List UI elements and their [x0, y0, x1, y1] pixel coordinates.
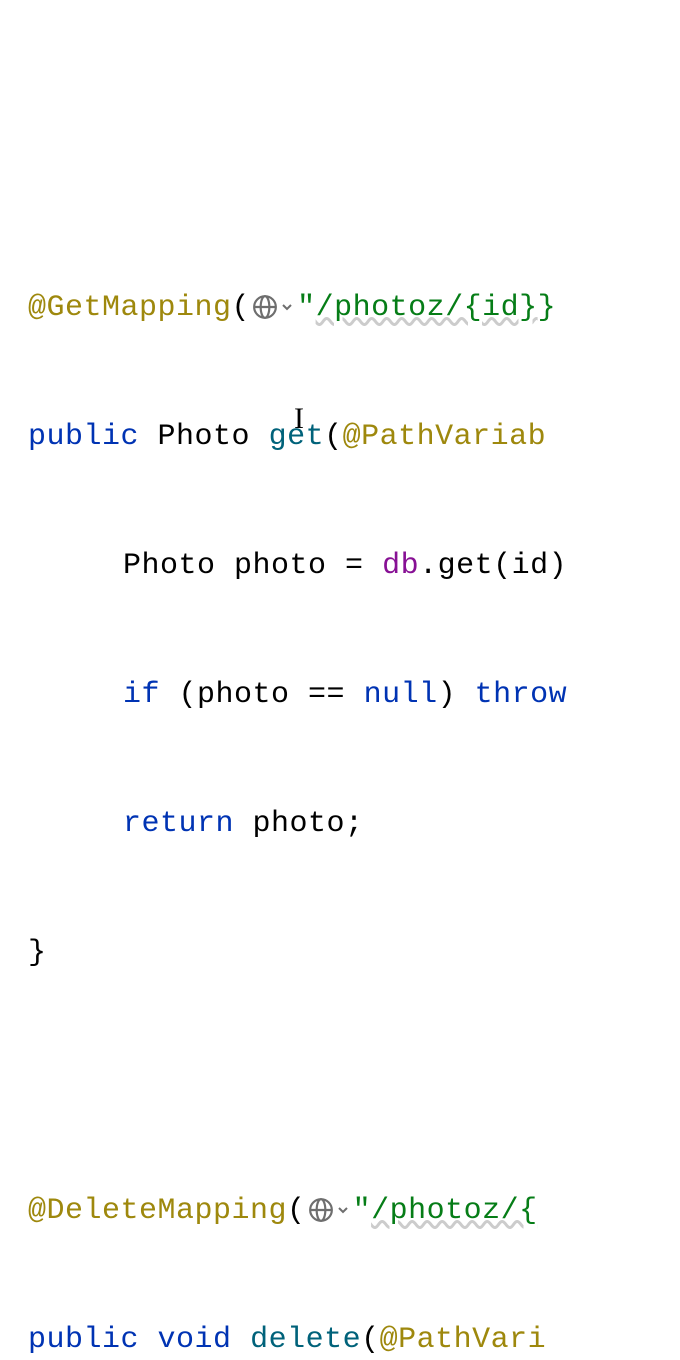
code-line-deletemapping[interactable]: @DeleteMapping("/photoz/{ [28, 1179, 680, 1244]
url-inlay-widget[interactable] [252, 294, 295, 320]
keyword-public: public [28, 420, 139, 454]
url-path: /photoz/{id} [316, 291, 538, 325]
text-cursor-caret [294, 387, 296, 417]
annotation-pathvariable: @PathVari [380, 1323, 547, 1357]
keyword-throw: throw [475, 678, 568, 712]
annotation-getmapping: @GetMapping [28, 291, 232, 325]
keyword-if: if [123, 678, 160, 712]
chevron-down-icon [279, 299, 295, 315]
code-line-get-body-3[interactable]: return photo; [28, 792, 680, 857]
keyword-public: public [28, 1323, 139, 1357]
code-line-close-brace[interactable]: } [28, 921, 680, 986]
url-path: /photoz/{ [371, 1194, 538, 1228]
keyword-return: return [123, 807, 234, 841]
close-brace: } [28, 936, 47, 970]
method-delete: delete [250, 1323, 361, 1357]
field-db: db [382, 549, 419, 583]
code-line-getmapping[interactable]: @GetMapping( "/photoz/{id}} [28, 276, 680, 341]
call-get: get(id) [438, 549, 568, 583]
code-line-delete-decl[interactable]: public void delete(@PathVari [28, 1308, 680, 1360]
code-line-blank[interactable] [28, 1050, 680, 1115]
keyword-null: null [364, 678, 438, 712]
globe-icon [308, 1197, 334, 1223]
type-photo: Photo [158, 420, 251, 454]
code-line-get-body-1[interactable]: Photo photo = db.get(id) [28, 534, 680, 599]
keyword-void: void [158, 1323, 232, 1357]
string-close-brace: } [538, 291, 557, 325]
annotation-deletemapping: @DeleteMapping [28, 1194, 287, 1228]
annotation-pathvariable: @PathVariab [343, 420, 547, 454]
chevron-down-icon [335, 1202, 351, 1218]
open-paren: ( [232, 291, 251, 325]
code-line-get-body-2[interactable]: if (photo == null) throw [28, 663, 680, 728]
globe-icon [252, 294, 278, 320]
type-photo: Photo [123, 549, 216, 583]
code-line-get-decl[interactable]: public Photo get(@PathVariab [28, 405, 680, 470]
string-quote: " [297, 291, 316, 325]
url-inlay-widget[interactable] [308, 1197, 351, 1223]
